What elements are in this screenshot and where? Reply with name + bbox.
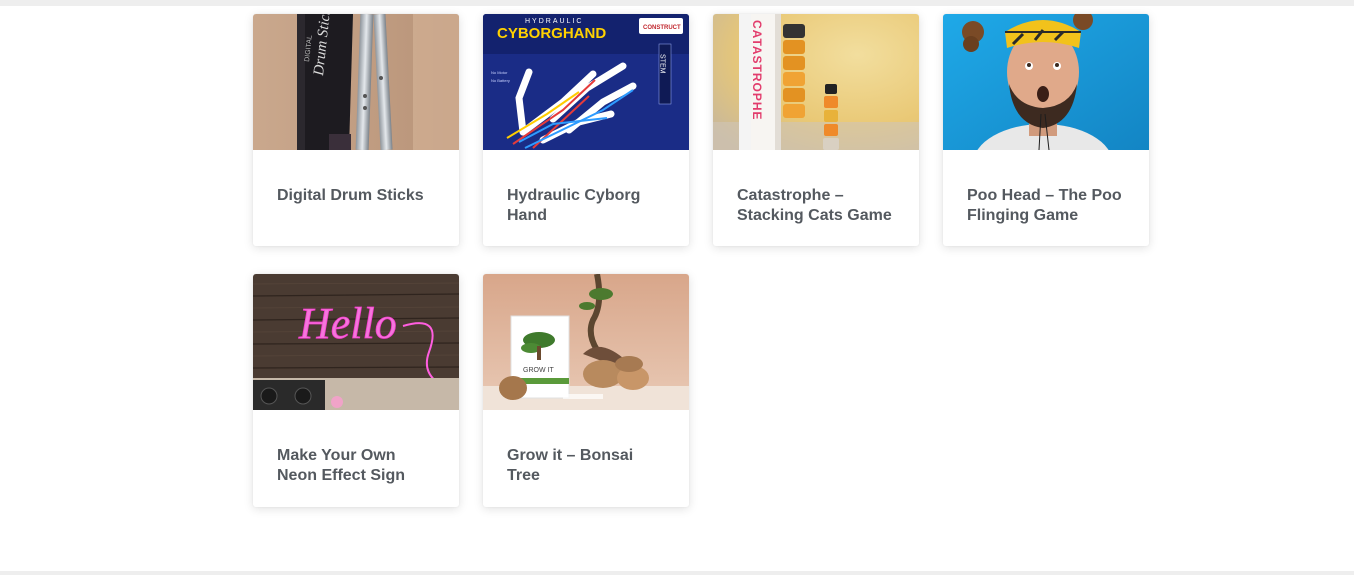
cyborg-name-text: CYBORGHAND <box>497 25 606 42</box>
cyborg-badge-text: CONSTRUCT <box>643 25 681 31</box>
cyborg-hand-product-image[interactable]: HYDRAULIC CYBORGHAND CONSTRUCT STEM No M… <box>483 14 689 150</box>
poo-head-product-image[interactable] <box>943 14 1149 150</box>
neon-sign-product-image[interactable]: Hello <box>253 274 459 410</box>
drum-sticks-product-image[interactable]: Drum Sticks DIGITAL <box>253 14 459 150</box>
product-title[interactable]: Catastrophe – Stacking Cats Game <box>713 150 919 246</box>
product-title[interactable]: Digital Drum Sticks <box>253 150 459 246</box>
product-title[interactable]: Make Your Own Neon Effect Sign <box>253 410 459 507</box>
product-title[interactable]: Hydraulic Cyborg Hand <box>483 150 689 246</box>
product-card-poo-head-game[interactable]: Poo Head – The Poo Flinging Game <box>943 14 1149 246</box>
product-card-hydraulic-cyborg-hand[interactable]: HYDRAULIC CYBORGHAND CONSTRUCT STEM No M… <box>483 14 689 246</box>
product-card-neon-effect-sign[interactable]: Hello Make Your Own Neon Effect Sign <box>253 274 459 507</box>
bottom-divider <box>0 571 1354 575</box>
bonsai-tree-product-image[interactable]: GROW IT <box>483 274 689 410</box>
product-title[interactable]: Grow it – Bonsai Tree <box>483 410 689 507</box>
cyborg-stem-text: STEM <box>659 54 666 74</box>
svg-text:No Battery: No Battery <box>491 78 510 83</box>
product-card-grow-it-bonsai-tree[interactable]: GROW IT Grow it – Bonsai Tree <box>483 274 689 507</box>
product-title[interactable]: Poo Head – The Poo Flinging Game <box>943 150 1149 246</box>
product-card-digital-drum-sticks[interactable]: Drum Sticks DIGITAL Digital Drum Sticks <box>253 14 459 246</box>
svg-text:No Motor: No Motor <box>491 70 508 75</box>
top-divider <box>0 0 1354 6</box>
bonsai-box-text: GROW IT <box>523 367 554 374</box>
product-card-catastrophe-stacking-cats-game[interactable]: CATASTROPHE Catastrophe – Stacking Cats … <box>713 14 919 246</box>
cyborg-brand-text: HYDRAULIC <box>525 18 583 25</box>
cats-box-text: CATASTROPHE <box>750 20 764 121</box>
neon-word-text: Hello <box>298 299 397 348</box>
stacking-cats-product-image[interactable]: CATASTROPHE <box>713 14 919 150</box>
